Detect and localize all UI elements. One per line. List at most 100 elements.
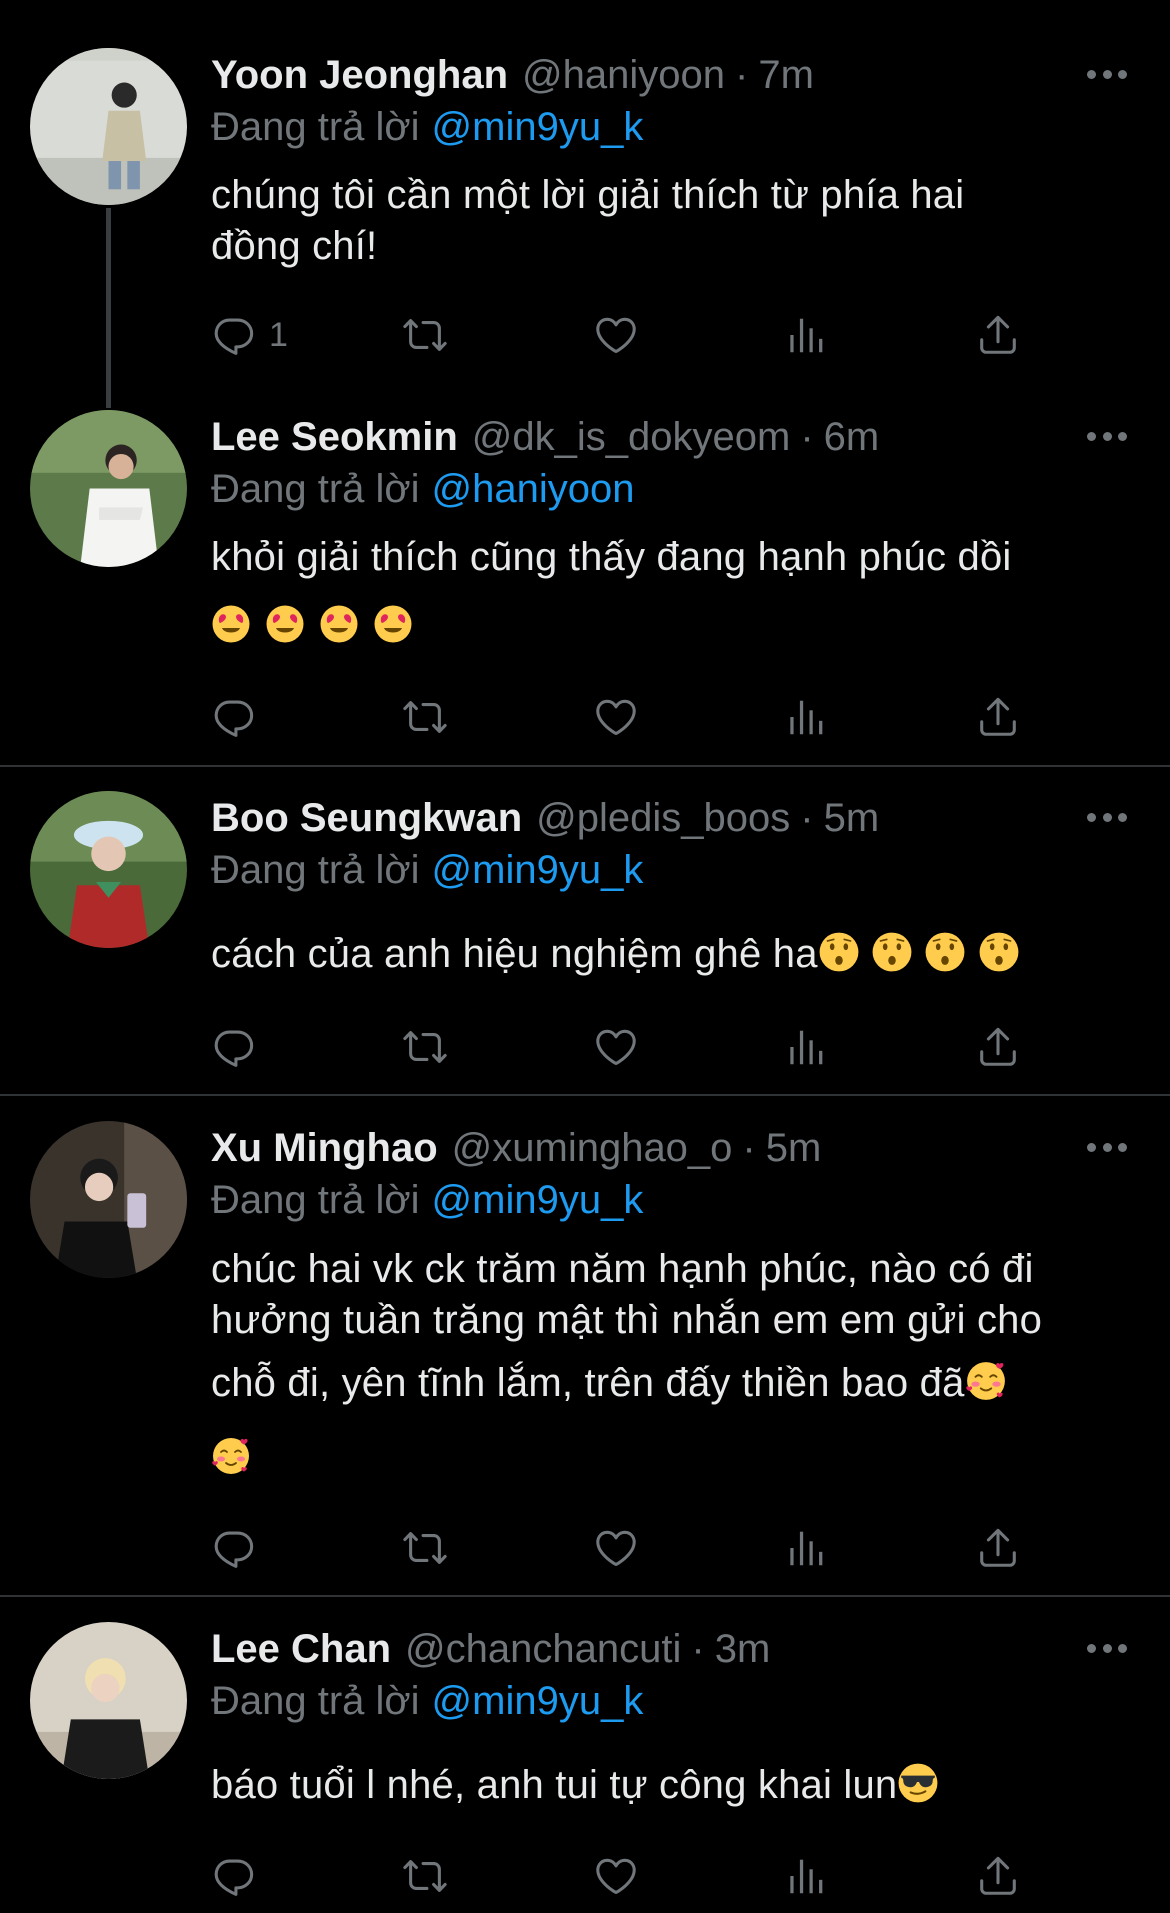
- like-button[interactable]: [593, 310, 639, 360]
- display-name[interactable]: Lee Seokmin: [211, 412, 458, 462]
- reply-prefix: Đang trả lời: [211, 1679, 420, 1723]
- action-bar: [211, 692, 1051, 742]
- user-handle[interactable]: @dk_is_dokyeom: [472, 412, 791, 462]
- tweet-text-line: chúng tôi cần một lời giải thích từ phía…: [211, 173, 965, 217]
- heart-icon: [593, 1525, 639, 1571]
- more-icon[interactable]: [1087, 70, 1127, 82]
- avatar[interactable]: [30, 1622, 187, 1779]
- display-name[interactable]: Xu Minghao: [211, 1123, 438, 1173]
- avatar[interactable]: [30, 48, 187, 205]
- tweet-text-line: hưởng tuần trăng mật thì nhắn em em gửi …: [211, 1298, 1043, 1342]
- tweet-text-line: chỗ đi, yên tĩnh lắm, trên đấy thiền bao…: [211, 1358, 1131, 1409]
- tweet-text: chúng tôi cần một lời giải thích từ phía…: [211, 170, 1131, 272]
- like-button[interactable]: [593, 1523, 639, 1573]
- astonished-emoji: [818, 931, 860, 973]
- share-button[interactable]: [975, 692, 1021, 742]
- action-bar: [211, 1851, 1051, 1901]
- share-button[interactable]: [975, 310, 1021, 360]
- mention-link[interactable]: @min9yu_k: [432, 1679, 644, 1723]
- more-icon[interactable]: [1087, 1143, 1127, 1155]
- tweet-header: Xu Minghao @xuminghao_o · 5m: [211, 1123, 821, 1173]
- reply-prefix: Đang trả lời: [211, 105, 420, 149]
- share-icon: [975, 694, 1021, 740]
- retweet-icon: [402, 312, 448, 358]
- reply-icon: [211, 694, 257, 740]
- views-button[interactable]: [784, 1022, 830, 1072]
- astonished-emoji: [978, 931, 1020, 973]
- retweet-button[interactable]: [402, 1851, 448, 1901]
- more-icon[interactable]: [1087, 432, 1127, 444]
- views-button[interactable]: [784, 310, 830, 360]
- user-handle[interactable]: @haniyoon: [522, 50, 725, 100]
- smiling-hearts-emoji: [211, 1436, 251, 1476]
- tweet-header: Lee Chan @chanchancuti · 3m: [211, 1624, 770, 1674]
- heart-eyes-emoji: [319, 604, 359, 644]
- share-button[interactable]: [975, 1851, 1021, 1901]
- tweet-text-line: đồng chí!: [211, 224, 378, 268]
- divider: [0, 1595, 1170, 1597]
- like-button[interactable]: [593, 692, 639, 742]
- views-button[interactable]: [784, 1851, 830, 1901]
- retweet-button[interactable]: [402, 692, 448, 742]
- user-handle[interactable]: @xuminghao_o: [452, 1123, 733, 1173]
- mention-link[interactable]: @min9yu_k: [432, 105, 644, 149]
- reply-prefix: Đang trả lời: [211, 848, 420, 892]
- avatar[interactable]: [30, 410, 187, 567]
- timestamp[interactable]: 3m: [715, 1624, 771, 1674]
- timestamp[interactable]: 5m: [766, 1123, 822, 1173]
- user-handle[interactable]: @chanchancuti: [405, 1624, 681, 1674]
- reply-button[interactable]: [211, 692, 257, 742]
- reply-button[interactable]: 1: [211, 310, 288, 360]
- tweet-text-line: khỏi giải thích cũng thấy đang hạnh phúc…: [211, 535, 1012, 579]
- reply-button[interactable]: [211, 1022, 257, 1072]
- mention-link[interactable]: @min9yu_k: [432, 1178, 644, 1222]
- avatar[interactable]: [30, 791, 187, 948]
- display-name[interactable]: Yoon Jeonghan: [211, 50, 508, 100]
- share-button[interactable]: [975, 1523, 1021, 1573]
- like-button[interactable]: [593, 1022, 639, 1072]
- views-button[interactable]: [784, 692, 830, 742]
- tweet-header: Yoon Jeonghan @haniyoon · 7m: [211, 50, 814, 100]
- separator-dot: ·: [800, 415, 814, 459]
- emoji-inline: [818, 932, 1020, 976]
- tweet-text-segment: chỗ đi, yên tĩnh lắm, trên đấy thiền bao…: [211, 1361, 965, 1405]
- views-icon: [784, 312, 830, 358]
- timestamp[interactable]: 7m: [758, 50, 814, 100]
- replying-to: Đang trả lời @min9yu_k: [211, 1676, 643, 1726]
- display-name[interactable]: Lee Chan: [211, 1624, 391, 1674]
- retweet-icon: [402, 1525, 448, 1571]
- mention-link[interactable]: @min9yu_k: [432, 848, 644, 892]
- heart-eyes-emoji: [211, 604, 251, 644]
- tweet-text-line: báo tuổi l nhé, anh tui tự công khai lun: [211, 1760, 1131, 1811]
- divider: [0, 765, 1170, 767]
- tweet-text-segment: cách của anh hiệu nghiệm ghê ha: [211, 932, 818, 976]
- avatar[interactable]: [30, 1121, 187, 1278]
- separator-dot: ·: [742, 1126, 756, 1170]
- heart-icon: [593, 1024, 639, 1070]
- tweet-header: Boo Seungkwan @pledis_boos · 5m: [211, 793, 879, 843]
- emoji-row: [211, 604, 413, 644]
- user-handle[interactable]: @pledis_boos: [536, 793, 790, 843]
- astonished-emoji: [924, 931, 966, 973]
- retweet-button[interactable]: [402, 1523, 448, 1573]
- reply-button[interactable]: [211, 1851, 257, 1901]
- more-icon[interactable]: [1087, 1644, 1127, 1656]
- timestamp[interactable]: 5m: [824, 793, 880, 843]
- like-button[interactable]: [593, 1851, 639, 1901]
- timestamp[interactable]: 6m: [824, 412, 880, 462]
- display-name[interactable]: Boo Seungkwan: [211, 793, 522, 843]
- retweet-button[interactable]: [402, 1022, 448, 1072]
- retweet-icon: [402, 694, 448, 740]
- mention-link[interactable]: @haniyoon: [432, 467, 635, 511]
- emoji-row: [211, 1436, 251, 1476]
- replying-to: Đang trả lời @min9yu_k: [211, 845, 643, 895]
- replying-to: Đang trả lời @min9yu_k: [211, 102, 643, 152]
- share-button[interactable]: [975, 1022, 1021, 1072]
- views-button[interactable]: [784, 1523, 830, 1573]
- reply-icon: [211, 1853, 257, 1899]
- retweet-button[interactable]: [402, 310, 448, 360]
- tweet-text: chúc hai vk ck trăm năm hạnh phúc, nào c…: [211, 1244, 1131, 1409]
- share-icon: [975, 1853, 1021, 1899]
- reply-button[interactable]: [211, 1523, 257, 1573]
- more-icon[interactable]: [1087, 813, 1127, 825]
